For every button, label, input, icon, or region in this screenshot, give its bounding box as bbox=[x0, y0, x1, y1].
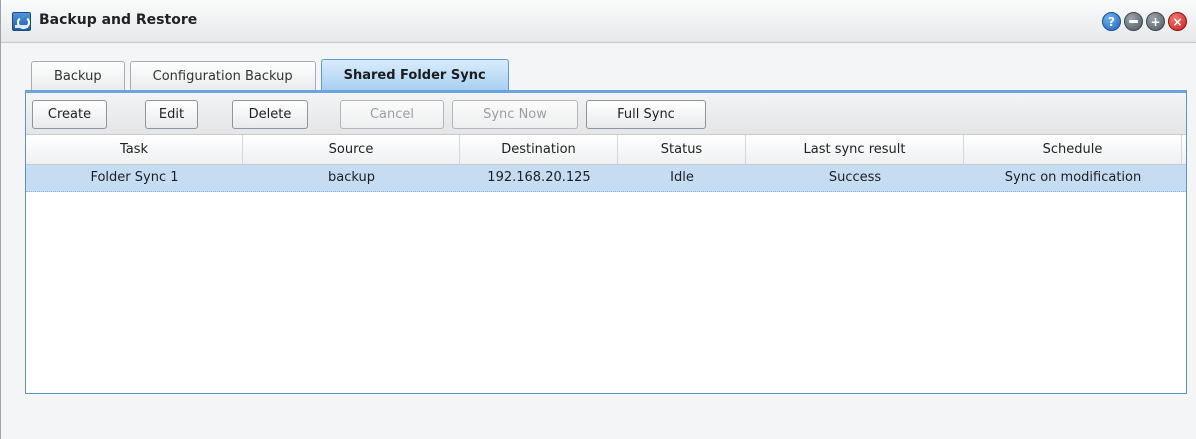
tab-backup[interactable]: Backup bbox=[31, 61, 125, 90]
edit-button[interactable]: Edit bbox=[145, 100, 198, 129]
column-header-schedule[interactable]: Schedule bbox=[964, 135, 1182, 164]
backup-restore-app-icon bbox=[12, 12, 31, 31]
cell-status: Idle bbox=[670, 170, 694, 185]
maximize-icon[interactable]: + bbox=[1146, 12, 1165, 31]
column-header-status[interactable]: Status bbox=[618, 135, 746, 164]
cell-last-sync-result: Success bbox=[828, 170, 882, 185]
cell-destination: 192.168.20.125 bbox=[487, 170, 591, 185]
window-title: Backup and Restore bbox=[39, 12, 198, 28]
cell-task: Folder Sync 1 bbox=[90, 170, 179, 185]
table-row[interactable]: Folder Sync 1 backup 192.168.20.125 Idle… bbox=[26, 165, 1186, 192]
cancel-button[interactable]: Cancel bbox=[340, 100, 444, 129]
minimize-icon[interactable] bbox=[1124, 12, 1143, 31]
table-header: Task Source Destination Status Last sync… bbox=[26, 135, 1186, 165]
sync-now-button[interactable]: Sync Now bbox=[452, 100, 578, 129]
cell-schedule: Sync on modification bbox=[1004, 170, 1142, 185]
backup-restore-window: Backup and Restore ? + × Backup Configur… bbox=[0, 0, 1196, 439]
close-icon[interactable]: × bbox=[1168, 12, 1187, 31]
full-sync-button[interactable]: Full Sync bbox=[586, 100, 706, 129]
minimize-dash bbox=[1129, 20, 1138, 23]
create-button[interactable]: Create bbox=[32, 100, 107, 129]
tab-shared-folder-sync[interactable]: Shared Folder Sync bbox=[320, 59, 509, 90]
column-header-source[interactable]: Source bbox=[243, 135, 460, 164]
column-header-task[interactable]: Task bbox=[26, 135, 243, 164]
cell-source: backup bbox=[328, 170, 375, 185]
toolbar: Create Edit Delete Cancel Sync Now Full … bbox=[26, 93, 1186, 135]
tab-bar: Backup Configuration Backup Shared Folde… bbox=[31, 59, 509, 90]
shared-folder-sync-panel: Create Edit Delete Cancel Sync Now Full … bbox=[25, 90, 1187, 394]
help-icon[interactable]: ? bbox=[1102, 12, 1121, 31]
column-header-last-sync-result[interactable]: Last sync result bbox=[746, 135, 964, 164]
title-bar[interactable]: Backup and Restore ? + × bbox=[1, 0, 1196, 43]
delete-button[interactable]: Delete bbox=[232, 100, 308, 129]
column-header-destination[interactable]: Destination bbox=[460, 135, 618, 164]
window-controls: ? + × bbox=[1102, 12, 1187, 32]
tab-configuration-backup[interactable]: Configuration Backup bbox=[129, 61, 316, 90]
